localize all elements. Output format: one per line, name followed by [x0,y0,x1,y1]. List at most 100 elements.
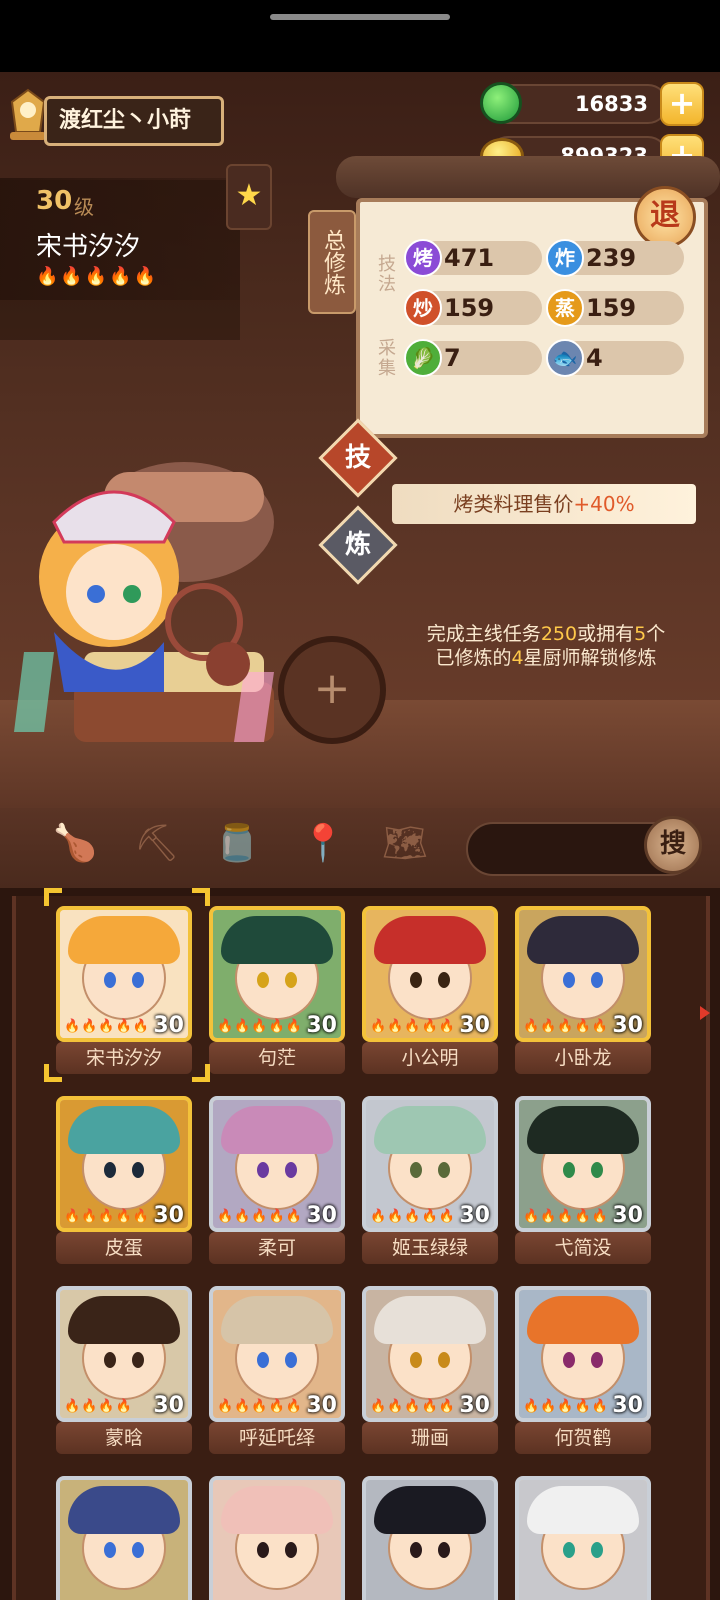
chef-eye [257,1162,269,1178]
chef-eye [257,1542,269,1558]
card-level: 30 [306,1203,337,1228]
card-flames: 🔥🔥🔥🔥🔥 [523,1399,609,1414]
unlock-hint: 完成主线任务250或拥有5个 已修炼的4星厨师解锁修炼 [396,622,696,670]
card-level: 30 [459,1013,490,1038]
card-flames: 🔥🔥🔥🔥🔥 [64,1209,150,1224]
chef-card-name[interactable]: 蒙晗 [56,1422,192,1454]
jar-filter-icon[interactable]: 🫙 [212,822,262,864]
total-training-tab[interactable]: 总修炼 [308,210,356,314]
chef-eye [104,972,116,988]
chef-card-name[interactable]: 珊画 [362,1422,498,1454]
chef-hair [527,1486,639,1534]
card-level: 30 [306,1393,337,1418]
chef-hair [221,1486,333,1534]
chef-hair [527,1296,639,1344]
chef-eye [410,1542,422,1558]
stat-value: 239 [586,244,637,272]
hint-text: 已修炼的 [435,647,512,669]
player-name[interactable]: 渡红尘丶小莳 [44,96,224,146]
selection-corner [192,888,210,906]
chef-card[interactable] [362,1476,498,1600]
chef-eye [132,1542,144,1558]
bonus-text: 烤类料理售价 [453,492,574,516]
stat-icon: 🐟 [546,339,584,377]
chef-eye [591,972,603,988]
card-flames: 🔥🔥🔥🔥🔥 [523,1019,609,1034]
meat-filter-icon[interactable]: 🍗 [50,822,100,864]
chef-hair [374,1296,486,1344]
chef-card[interactable]: 🔥🔥🔥🔥🔥 30 [362,906,498,1042]
chef-card-name[interactable]: 皮蛋 [56,1232,192,1264]
selection-corner [44,1064,62,1082]
card-level: 30 [153,1203,184,1228]
stat-value: 159 [444,294,495,322]
chef-hair [527,1106,639,1154]
card-flames: 🔥🔥🔥🔥🔥 [217,1209,303,1224]
chef-eye [257,972,269,988]
card-level: 30 [153,1013,184,1038]
chef-card-name[interactable]: 呼延吒绎 [209,1422,345,1454]
chef-card[interactable]: 🔥🔥🔥🔥🔥 30 [56,1096,192,1232]
stat-value: 7 [444,344,461,372]
chef-card-name[interactable]: 何贺鹤 [515,1422,651,1454]
shovel-filter-icon[interactable]: ⛏ [132,822,182,864]
card-level: 30 [612,1203,643,1228]
chef-card-name[interactable]: 姬玉绿绿 [362,1232,498,1264]
chef-eye [591,1162,603,1178]
chef-card[interactable]: 🔥🔥🔥🔥🔥 30 [515,906,651,1042]
refine-tab-label: 炼 [344,530,371,560]
chef-star-flames: 🔥🔥🔥🔥🔥 [36,266,159,287]
chef-card-name[interactable]: 柔可 [209,1232,345,1264]
chef-card[interactable]: 🔥🔥🔥🔥🔥 30 [209,1286,345,1422]
add-jade-button[interactable]: + [660,82,704,126]
card-flames: 🔥🔥🔥🔥🔥 [217,1399,303,1414]
chef-eye [132,972,144,988]
chef-eye [285,1542,297,1558]
chef-card[interactable] [515,1476,651,1600]
chef-hair [527,916,639,964]
stat-value: 4 [586,344,603,372]
card-level: 30 [306,1013,337,1038]
home-indicator [270,14,450,20]
exit-button[interactable]: 退 [634,186,696,248]
card-level: 30 [612,1393,643,1418]
map-filter-icon[interactable]: 🗺 [380,822,430,864]
chef-card[interactable]: 🔥🔥🔥🔥🔥 30 [56,906,192,1042]
stat-value: 159 [586,294,637,322]
chef-card[interactable] [56,1476,192,1600]
location-filter-icon[interactable]: 📍 [298,822,348,864]
chef-card[interactable]: 🔥🔥🔥🔥🔥 30 [362,1286,498,1422]
search-button[interactable]: 搜 [644,816,702,874]
chef-eye [438,1162,450,1178]
chef-eye [563,972,575,988]
chef-card-name[interactable]: 小公明 [362,1042,498,1074]
hint-number: 4 [511,647,524,669]
chef-hair [68,1486,180,1534]
chef-eye [285,972,297,988]
card-flames: 🔥🔥🔥🔥🔥 [370,1399,456,1414]
chef-card-name[interactable]: 弋简没 [515,1232,651,1264]
chef-hair [68,1296,180,1344]
chef-eye [257,1352,269,1368]
chef-card[interactable] [209,1476,345,1600]
hint-text: 星厨师解锁修炼 [523,647,657,669]
favorite-star-icon[interactable]: ★ [226,164,272,230]
chef-card[interactable]: 🔥🔥🔥🔥🔥 30 [362,1096,498,1232]
stat-icon: 🥬 [404,339,442,377]
chef-card-name[interactable]: 宋书汐汐 [56,1042,192,1074]
chef-card[interactable]: 🔥🔥🔥🔥🔥 30 [515,1096,651,1232]
chef-eye [591,1542,603,1558]
add-item-slot[interactable]: + [278,636,386,744]
chef-card[interactable]: 🔥🔥🔥🔥🔥 30 [209,1096,345,1232]
chef-card[interactable]: 🔥🔥🔥🔥 30 [56,1286,192,1422]
chef-eye [591,1352,603,1368]
chef-card[interactable]: 🔥🔥🔥🔥🔥 30 [209,906,345,1042]
chef-card-name[interactable]: 句茫 [209,1042,345,1074]
chef-card[interactable]: 🔥🔥🔥🔥🔥 30 [515,1286,651,1422]
chef-hair [221,916,333,964]
jade-icon [480,82,522,124]
chef-card-name[interactable]: 小卧龙 [515,1042,651,1074]
chef-hair [374,1486,486,1534]
card-flames: 🔥🔥🔥🔥🔥 [370,1019,456,1034]
bonus-value: +40% [573,492,635,516]
